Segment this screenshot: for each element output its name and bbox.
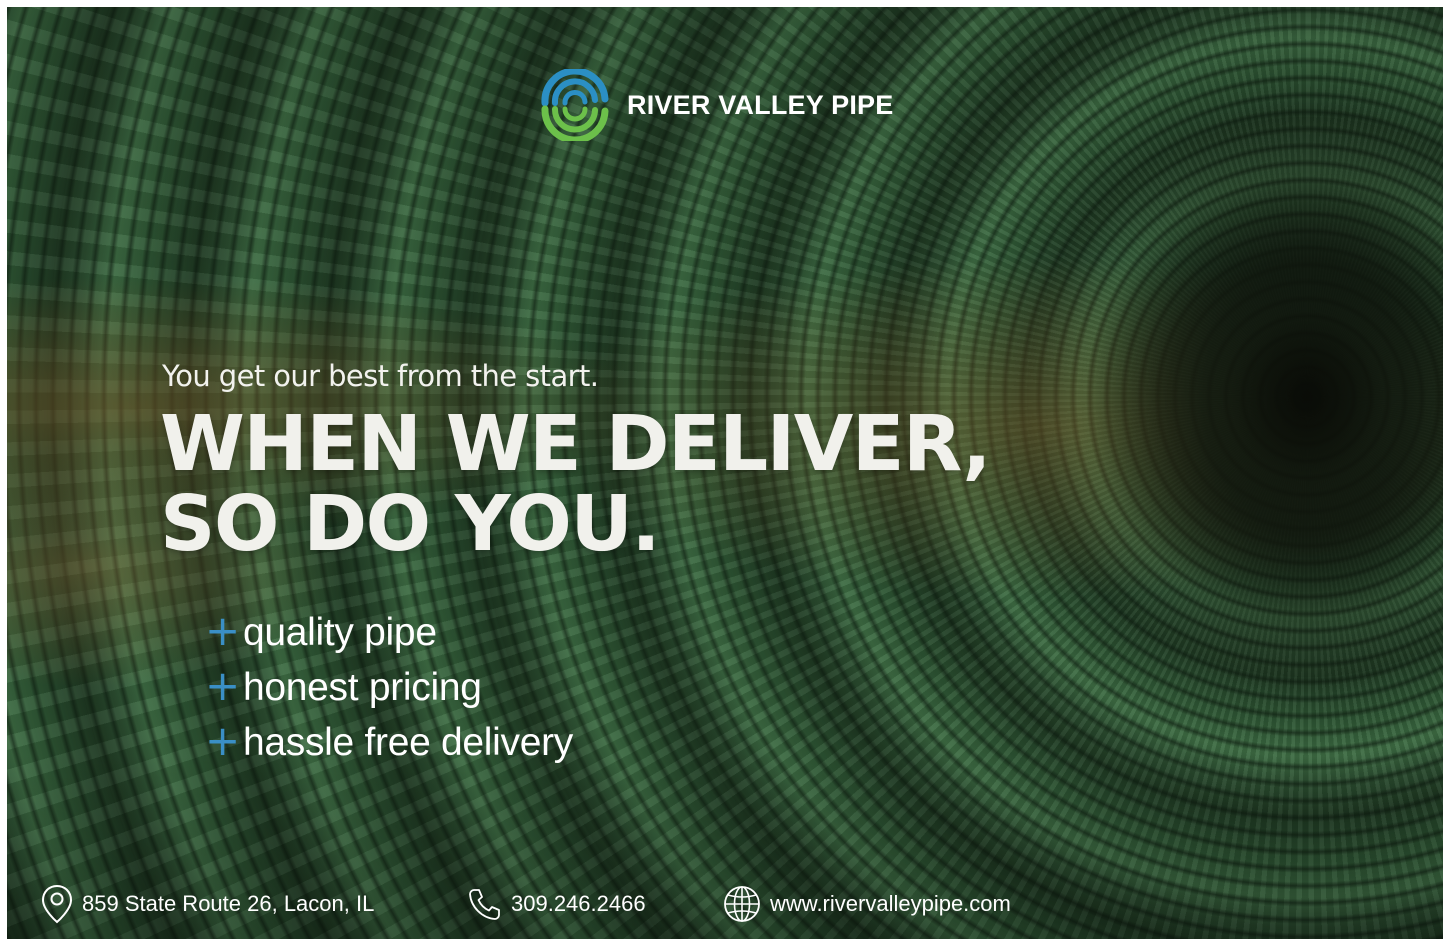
feature-item: + hassle free delivery [205,715,573,770]
feature-item: + honest pricing [205,660,573,715]
contact-phone: 309.246.2466 [467,879,646,929]
globe-icon [724,886,760,922]
location-pin-icon [41,884,73,924]
plus-icon: + [205,605,241,655]
headline-line-1: WHEN WE DELIVER, [160,400,991,489]
contact-footer: 859 State Route 26, Lacon, IL 309.246.24… [7,879,1443,929]
phone-icon [469,889,500,920]
brand-logo: RIVER VALLEY PIPE [537,69,893,141]
headline: WHEN WE DELIVER, SO DO YOU. [160,400,991,569]
river-valley-logo-icon [541,69,609,141]
address-text: 859 State Route 26, Lacon, IL [82,891,375,916]
feature-label: quality pipe [243,610,437,654]
plus-icon: + [205,715,241,765]
brand-name: RIVER VALLEY PIPE [627,89,894,120]
feature-list: + quality pipe + honest pricing + hassle… [205,605,573,770]
plus-icon: + [205,660,241,710]
phone-text: 309.246.2466 [511,891,646,916]
feature-item: + quality pipe [205,605,573,660]
contact-website[interactable]: www.rivervalleypipe.com [722,879,1011,929]
contact-address: 859 State Route 26, Lacon, IL [40,879,374,929]
website-link[interactable]: www.rivervalleypipe.com [770,891,1011,917]
advertisement-banner: RIVER VALLEY PIPE You get our best from … [7,7,1443,939]
feature-label: hassle free delivery [243,720,573,764]
feature-label: honest pricing [243,665,482,709]
tagline: You get our best from the start. [162,359,599,393]
headline-line-2: SO DO YOU. [160,480,661,569]
